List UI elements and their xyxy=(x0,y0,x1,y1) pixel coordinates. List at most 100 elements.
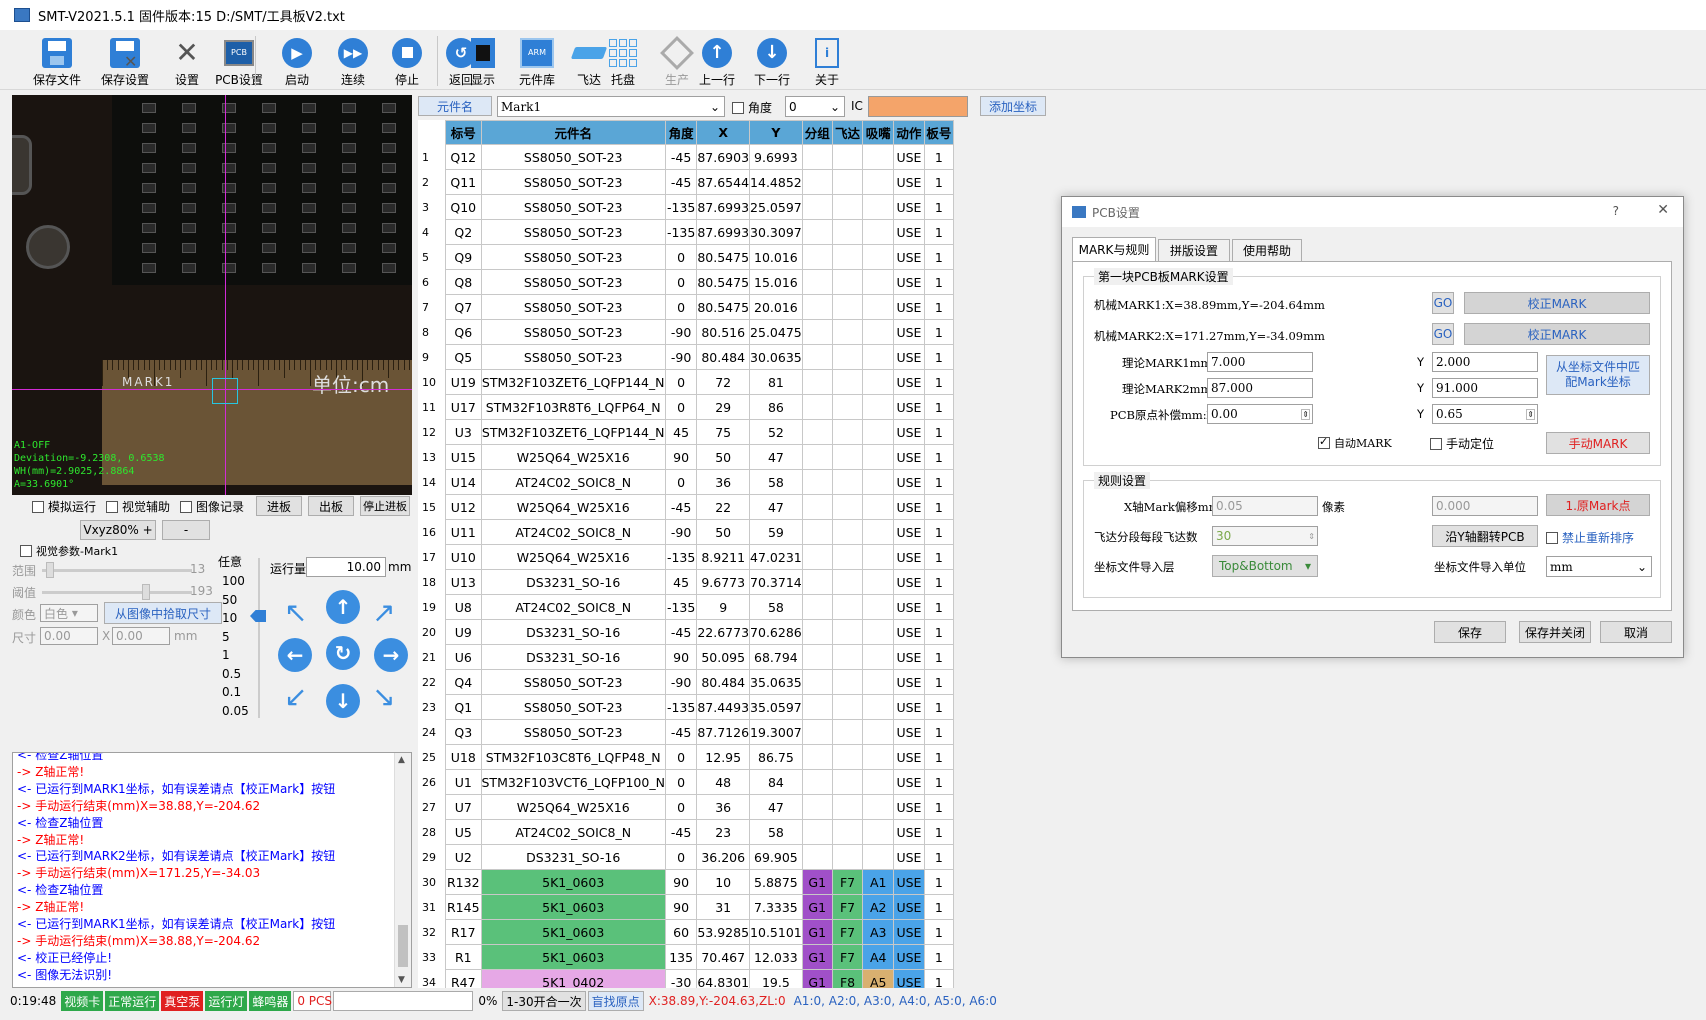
table-cell[interactable] xyxy=(862,444,895,470)
table-cell[interactable]: Q12 xyxy=(445,144,482,170)
table-cell[interactable]: 0 xyxy=(664,469,698,495)
import-unit-select[interactable]: mm ⌄ xyxy=(1546,556,1652,577)
table-cell[interactable]: 0 xyxy=(664,269,698,295)
table-cell[interactable]: 7.3335 xyxy=(749,894,803,920)
table-cell[interactable]: -135 xyxy=(664,194,698,220)
table-cell[interactable]: 9.6773 xyxy=(696,569,751,595)
table-cell[interactable] xyxy=(801,169,833,195)
table-cell[interactable]: 47.0231 xyxy=(749,544,803,570)
table-cell[interactable]: 1 xyxy=(923,369,954,395)
table-cell[interactable]: USE xyxy=(893,444,925,470)
table-cell[interactable]: USE xyxy=(893,644,925,670)
table-cell[interactable]: Q9 xyxy=(445,244,482,270)
table-cell[interactable] xyxy=(862,694,895,720)
table-cell[interactable]: AT24C02_SOIC8_N xyxy=(480,819,666,845)
table-cell[interactable]: F7 xyxy=(831,919,864,945)
arrow-left-icon[interactable]: ← xyxy=(278,638,312,672)
table-cell[interactable]: 0 xyxy=(664,769,698,795)
table-cell[interactable]: DS3231_SO-16 xyxy=(480,569,666,595)
table-cell[interactable]: U13 xyxy=(445,569,482,595)
table-cell[interactable] xyxy=(831,244,864,270)
table-cell[interactable]: U6 xyxy=(445,644,482,670)
table-cell[interactable] xyxy=(801,219,833,245)
table-cell[interactable]: 45 xyxy=(664,569,698,595)
table-cell[interactable]: 30.0635 xyxy=(749,344,803,370)
table-cell[interactable]: 5K1_0603 xyxy=(480,944,666,970)
table-cell[interactable] xyxy=(801,744,833,770)
table-cell[interactable]: 1 xyxy=(923,494,954,520)
table-cell[interactable] xyxy=(862,169,895,195)
table-cell[interactable]: 10.5101 xyxy=(749,919,803,945)
table-cell[interactable]: SS8050_SOT-23 xyxy=(480,244,666,270)
table-cell[interactable]: 58 xyxy=(749,819,803,845)
table-cell[interactable] xyxy=(862,769,895,795)
table-cell[interactable]: SS8050_SOT-23 xyxy=(480,169,666,195)
table-cell[interactable]: 87.4493 xyxy=(696,694,751,720)
table-cell[interactable]: STM32F103R8T6_LQFP64_N xyxy=(480,394,666,420)
table-cell[interactable]: -135 xyxy=(664,594,698,620)
table-cell[interactable]: G1 xyxy=(801,894,833,920)
table-cell[interactable]: USE xyxy=(893,269,925,295)
table-cell[interactable]: 1 xyxy=(923,519,954,545)
run-amount-input[interactable]: 10.00 xyxy=(306,557,386,577)
table-cell[interactable]: 36 xyxy=(696,794,751,820)
step-value[interactable]: 5 xyxy=(222,630,230,644)
table-cell[interactable] xyxy=(831,819,864,845)
table-cell[interactable]: 1 xyxy=(923,619,954,645)
table-cell[interactable]: -90 xyxy=(664,319,698,345)
table-cell[interactable] xyxy=(831,169,864,195)
table-cell[interactable]: 5K1_0603 xyxy=(480,919,666,945)
table-cell[interactable]: 20.016 xyxy=(749,294,803,320)
table-row[interactable]: 20 U9 DS3231_SO-16 -45 22.6773 70.6286 USE 1 xyxy=(418,619,954,645)
table-cell[interactable]: 1 xyxy=(923,894,954,920)
table-cell[interactable]: STM32F103C8T6_LQFP48_N xyxy=(480,744,666,770)
table-cell[interactable]: USE xyxy=(893,544,925,570)
table-row[interactable]: 34 R47 5K1_0402 -30 64.8301 19.5 G1 F8 A5 USE 1 xyxy=(418,969,954,988)
table-row[interactable]: 14 U14 AT24C02_SOIC8_N 0 36 58 USE 1 xyxy=(418,469,954,495)
table-cell[interactable] xyxy=(831,419,864,445)
table-cell[interactable]: G1 xyxy=(801,969,833,988)
table-cell[interactable]: 0 xyxy=(664,394,698,420)
table-cell[interactable]: USE xyxy=(893,194,925,220)
step-value[interactable]: 10 xyxy=(222,611,237,625)
table-cell[interactable] xyxy=(801,419,833,445)
table-cell[interactable]: 35.0635 xyxy=(749,669,803,695)
table-cell[interactable]: 58 xyxy=(749,469,803,495)
table-cell[interactable]: A5 xyxy=(862,969,895,988)
toolbar-save-settings-button[interactable]: ✕ 保存设置 xyxy=(94,32,156,88)
table-cell[interactable] xyxy=(831,719,864,745)
table-cell[interactable] xyxy=(801,794,833,820)
table-cell[interactable] xyxy=(831,194,864,220)
table-row[interactable]: 7 Q7 SS8050_SOT-23 0 80.5475 20.016 USE 1 xyxy=(418,294,954,320)
vision-assist-check[interactable]: 视觉辅助 xyxy=(106,498,170,516)
table-cell[interactable]: 1 xyxy=(923,244,954,270)
table-cell[interactable]: U8 xyxy=(445,594,482,620)
table-cell[interactable]: -30 xyxy=(664,969,698,988)
table-cell[interactable]: 0 xyxy=(664,794,698,820)
table-cell[interactable]: G1 xyxy=(801,944,833,970)
table-cell[interactable]: 12.95 xyxy=(696,744,751,770)
step-value[interactable]: 0.5 xyxy=(222,667,241,681)
table-cell[interactable]: 1 xyxy=(923,744,954,770)
table-cell[interactable]: 30.3097 xyxy=(749,219,803,245)
table-cell[interactable]: U9 xyxy=(445,619,482,645)
table-cell[interactable]: U18 xyxy=(445,744,482,770)
scroll-thumb[interactable] xyxy=(398,925,408,967)
table-cell[interactable]: W25Q64_W25X16 xyxy=(480,794,666,820)
arrow-up-left-icon[interactable]: ↖ xyxy=(284,596,307,629)
table-row[interactable]: 18 U13 DS3231_SO-16 45 9.6773 70.3714 USE 1 xyxy=(418,569,954,595)
table-cell[interactable] xyxy=(831,569,864,595)
table-cell[interactable]: 1 xyxy=(923,794,954,820)
column-header[interactable]: 动作 xyxy=(893,120,925,145)
import-layer-select[interactable]: Top&Bottom ▾ xyxy=(1212,555,1318,577)
table-row[interactable]: 10 U19 STM32F103ZET6_LQFP144_N 0 72 81 USE 1 xyxy=(418,369,954,395)
step-value[interactable]: 1 xyxy=(222,648,230,662)
table-cell[interactable]: SS8050_SOT-23 xyxy=(480,344,666,370)
vision-param-check[interactable]: 视觉参数-Mark1 xyxy=(20,543,118,560)
column-header[interactable]: 吸嘴 xyxy=(862,120,895,145)
column-header[interactable]: 飞达 xyxy=(831,120,864,145)
table-cell[interactable] xyxy=(862,819,895,845)
column-header[interactable]: Y xyxy=(749,120,803,145)
table-cell[interactable]: 5K1_0603 xyxy=(480,869,666,895)
table-cell[interactable]: -90 xyxy=(664,669,698,695)
